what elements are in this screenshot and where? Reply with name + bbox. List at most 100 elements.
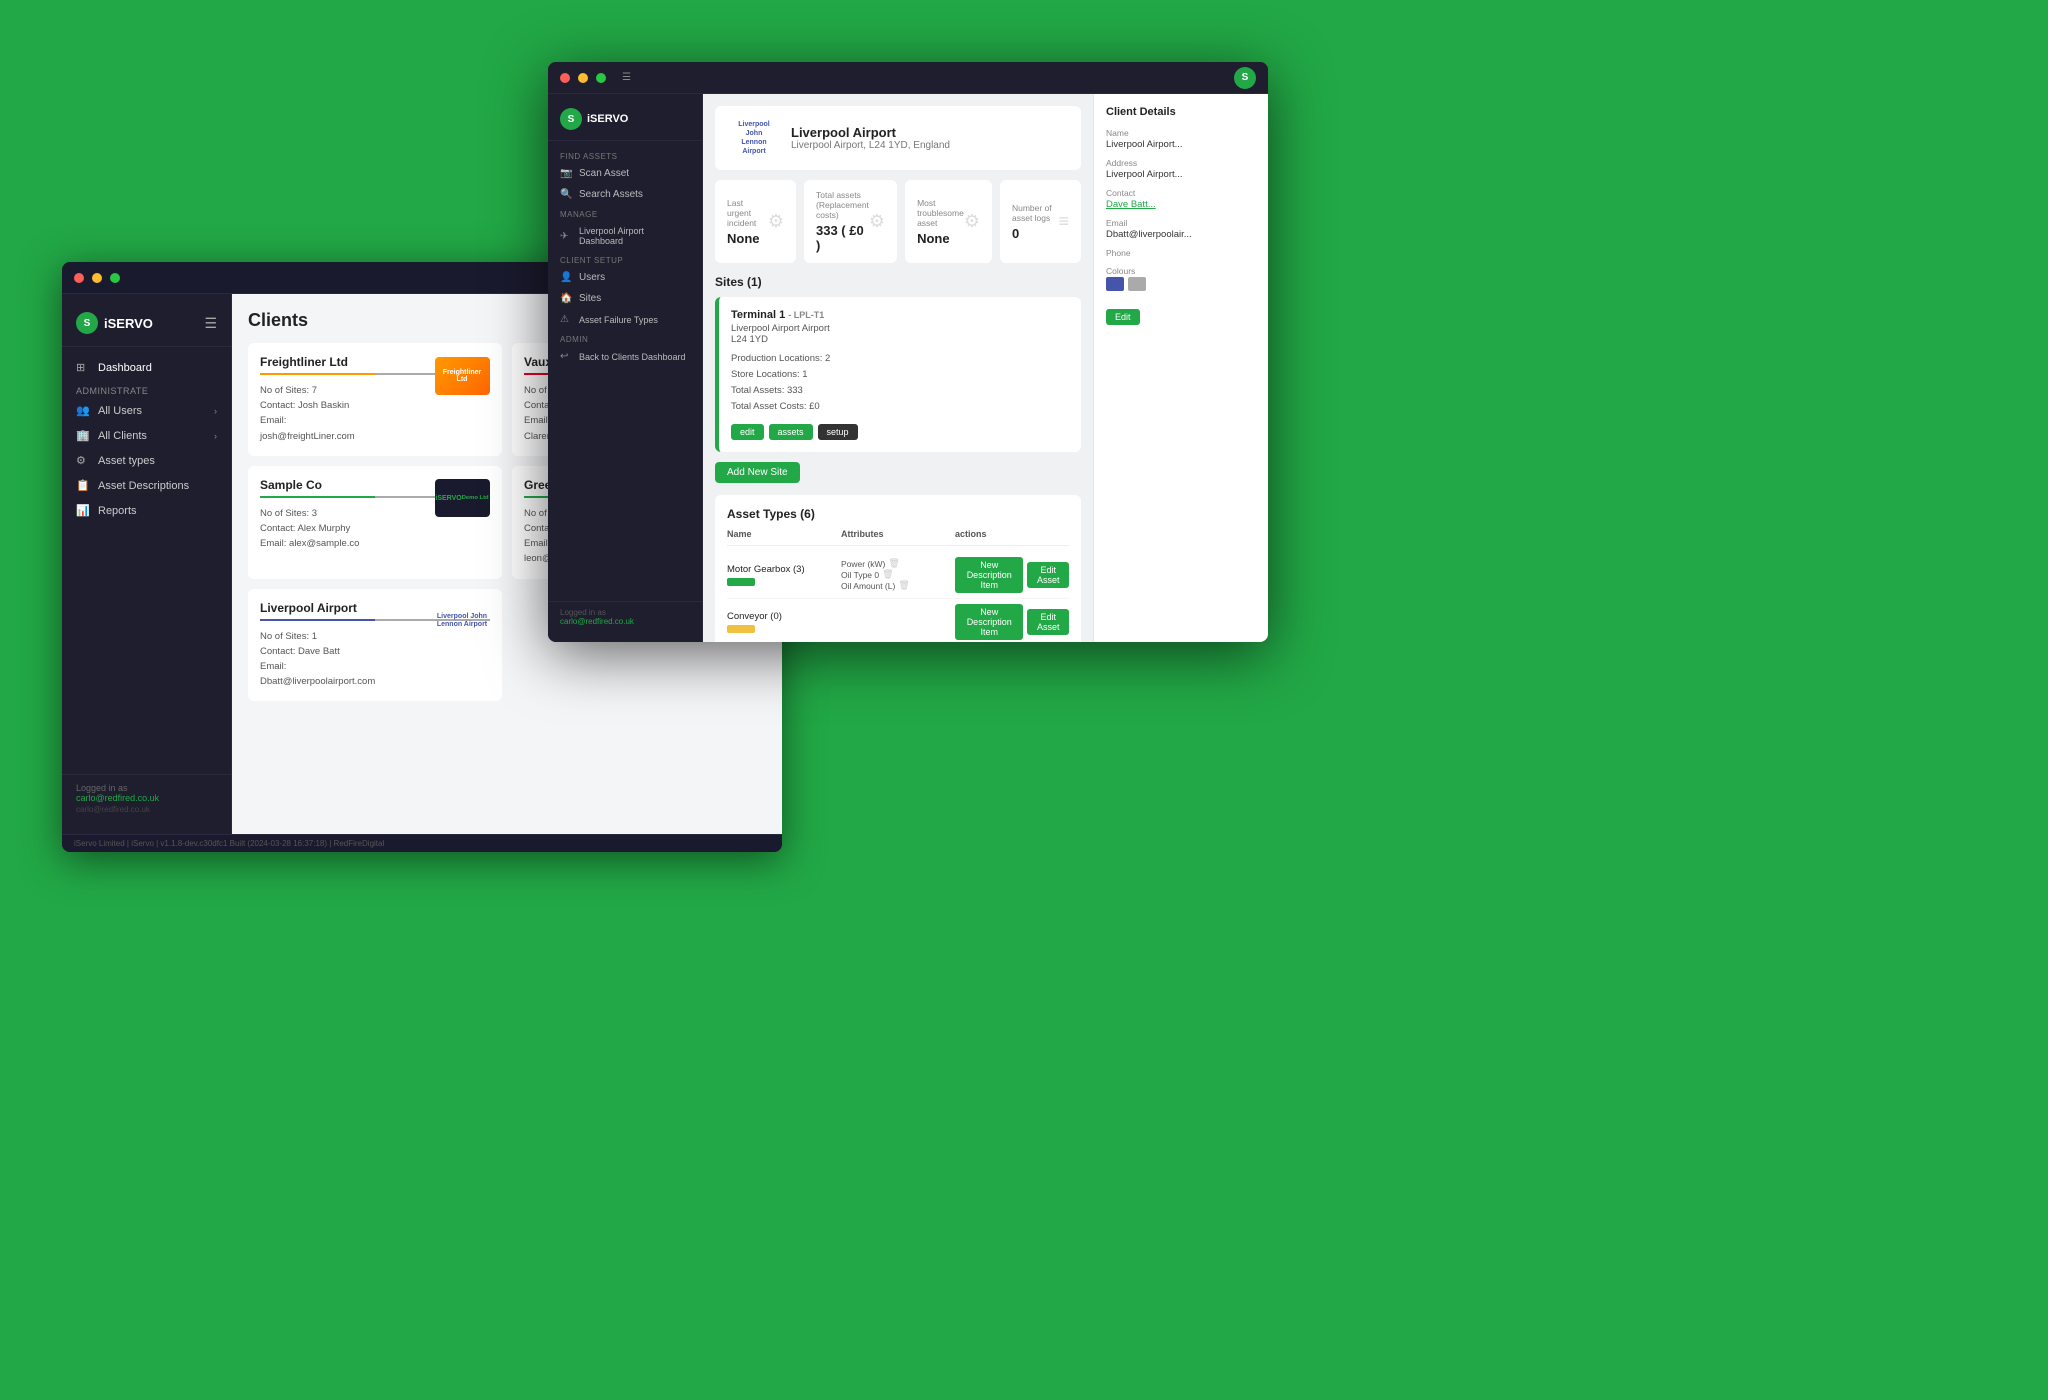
client-details-title: Client Details xyxy=(1106,106,1256,118)
close-dot[interactable] xyxy=(74,273,84,283)
terminal-setup-btn[interactable]: setup xyxy=(818,424,858,440)
front-sidebar: S iSERVO FIND ASSETS 📷 Scan Asset 🔍 Sear… xyxy=(548,94,703,642)
stat-icon-assets: ⚙ xyxy=(869,211,885,232)
front-right-wrapper: Liverpool JohnLennonAirport Liverpool Ai… xyxy=(703,94,1268,642)
logo-text: iSERVO xyxy=(104,316,153,331)
back-icon: ↩ xyxy=(560,351,572,362)
admin-section-label: ADMINISTRATE xyxy=(62,380,231,398)
scan-icon: 📷 xyxy=(560,168,572,179)
dashboard-icon: ⊞ xyxy=(76,361,90,374)
terminal-title: Terminal 1 - LPL-T1 xyxy=(731,309,1069,321)
maximize-dot[interactable] xyxy=(596,73,606,83)
back-sidebar: S iSERVO ☰ ⊞ Dashboard ADMINISTRATE 👥 Al… xyxy=(62,294,232,834)
minimize-dot[interactable] xyxy=(92,273,102,283)
asset-type-name: Conveyor (0) xyxy=(727,611,841,633)
client-edit-btn[interactable]: Edit xyxy=(1106,309,1140,325)
clients-icon: 🏢 xyxy=(76,429,90,442)
asset-types-title: Asset Types (6) xyxy=(727,507,1069,521)
stat-total-assets: Total assets (Replacement costs) 333 ( £… xyxy=(804,180,897,263)
front-center: Liverpool JohnLennonAirport Liverpool Ai… xyxy=(703,94,1093,642)
stat-troublesome: Most troublesome asset None ⚙ xyxy=(905,180,992,263)
terminal-card: Terminal 1 - LPL-T1 Liverpool Airport Ai… xyxy=(715,297,1081,452)
close-dot[interactable] xyxy=(560,73,570,83)
airport-title: Liverpool Airport Liverpool Airport, L24… xyxy=(791,125,950,151)
sidebar-item-scanasset[interactable]: 📷 Scan Asset xyxy=(548,163,702,184)
airport-titlebar: ☰ S xyxy=(548,62,1268,94)
sidebar-item-allusers[interactable]: 👥 All Users › xyxy=(62,398,231,423)
edit-asset-btn[interactable]: Edit Asset xyxy=(1027,562,1069,588)
sidebar-item-allclients[interactable]: 🏢 All Clients › xyxy=(62,423,231,448)
new-desc-btn[interactable]: New Description Item xyxy=(955,557,1023,593)
asset-type-name: Motor Gearbox (3) xyxy=(727,564,841,586)
sidebar-item-assettypes[interactable]: ⚙ Asset types xyxy=(62,448,231,473)
sidebar-item-assetdesc[interactable]: 📋 Asset Descriptions xyxy=(62,473,231,498)
front-logo-icon: S xyxy=(560,108,582,130)
client-logo-liverpool: Liverpool JohnLennon Airport xyxy=(432,599,492,644)
assettypes-icon: ⚙ xyxy=(76,454,90,467)
client-card-liverpool[interactable]: Liverpool Airport No of Sites: 1 Contact… xyxy=(248,589,502,702)
new-desc-btn[interactable]: New Description Item xyxy=(955,604,1023,640)
stat-icon-incident: ⚙ xyxy=(768,211,784,232)
sidebar-item-failure-types[interactable]: ⚠ Asset Failure Types xyxy=(548,309,702,330)
front-logo: S iSERVO xyxy=(548,104,702,141)
trash-icon[interactable]: 🗑 xyxy=(888,558,899,569)
sidebar-item-sites[interactable]: 🏠 Sites xyxy=(548,288,702,309)
client-logo-freightliner: FreightlinerLtd xyxy=(432,353,492,398)
stats-row: Last urgent incident None ⚙ Total assets… xyxy=(715,180,1081,263)
detail-phone: Phone xyxy=(1106,248,1256,258)
asset-attrs: Power (kW) 🗑 Oil Type 0 🗑 Oil Amount (L)… xyxy=(841,558,955,591)
sidebar-item-users[interactable]: 👤 Users xyxy=(548,267,702,288)
sidebar-item-dashboard[interactable]: ⊞ Dashboard xyxy=(62,355,231,380)
terminal-edit-btn[interactable]: edit xyxy=(731,424,764,440)
detail-colours: Colours xyxy=(1106,266,1256,291)
asset-type-row: Conveyor (0) New Description Item Edit A… xyxy=(727,599,1069,642)
client-card-freightliner[interactable]: Freightliner Ltd No of Sites: 7 Contact:… xyxy=(248,343,502,456)
sites-icon: 🏠 xyxy=(560,293,572,304)
search-icon: 🔍 xyxy=(560,189,572,200)
swatch-primary xyxy=(1106,277,1124,291)
swatch-secondary xyxy=(1128,277,1146,291)
front-sidebar-footer: Logged in as carlo@redfired.co.uk xyxy=(548,601,702,632)
app-logo-icon: S xyxy=(1234,67,1256,89)
sidebar-item-reports[interactable]: 📊 Reports xyxy=(62,498,231,523)
terminal-actions: edit assets setup xyxy=(731,424,1069,440)
find-assets-label: FIND ASSETS xyxy=(548,147,702,163)
menu-icon[interactable]: ☰ xyxy=(622,72,631,83)
color-bar xyxy=(727,578,755,586)
failure-icon: ⚠ xyxy=(560,314,572,325)
client-card-sampleco[interactable]: Sample Co No of Sites: 3 Contact: Alex M… xyxy=(248,466,502,579)
detail-address: Address Liverpool Airport... xyxy=(1106,158,1256,180)
assetdesc-icon: 📋 xyxy=(76,479,90,492)
back-sidebar-footer: Logged in as carlo@redfired.co.uk carlo@… xyxy=(62,774,231,822)
trash-icon[interactable]: 🗑 xyxy=(882,569,893,580)
back-footer: iServo Limited | iServo | v1.1.8-dev.c30… xyxy=(62,834,782,852)
asset-action-btns: New Description Item Edit Asset xyxy=(955,604,1069,640)
asset-type-row: Motor Gearbox (3) Power (kW) 🗑 Oil Type … xyxy=(727,552,1069,599)
terminal-subtitle: Liverpool Airport Airport L24 1YD xyxy=(731,323,1069,345)
reports-icon: 📊 xyxy=(76,504,90,517)
stat-asset-logs: Number of asset logs 0 ≡ xyxy=(1000,180,1081,263)
colour-swatches xyxy=(1106,277,1256,291)
detail-contact: Contact Dave Batt... xyxy=(1106,188,1256,210)
stat-icon-logs: ≡ xyxy=(1058,211,1069,232)
sidebar-item-airport-dashboard[interactable]: ✈ Liverpool Airport Dashboard xyxy=(548,221,702,251)
client-details-panel: Client Details Name Liverpool Airport...… xyxy=(1093,94,1268,642)
arrow-icon: › xyxy=(214,431,217,441)
minimize-dot[interactable] xyxy=(578,73,588,83)
sidebar-item-back-clients[interactable]: ↩ Back to Clients Dashboard xyxy=(548,346,702,367)
back-sidebar-logo: S iSERVO ☰ xyxy=(62,306,231,347)
users-icon: 👤 xyxy=(560,272,572,283)
add-site-button[interactable]: Add New Site xyxy=(715,462,800,483)
trash-icon[interactable]: 🗑 xyxy=(898,580,909,591)
terminal-assets-btn[interactable]: assets xyxy=(769,424,813,440)
stat-icon-troublesome: ⚙ xyxy=(964,211,980,232)
sidebar-item-searchassets[interactable]: 🔍 Search Assets xyxy=(548,184,702,205)
users-icon: 👥 xyxy=(76,404,90,417)
maximize-dot[interactable] xyxy=(110,273,120,283)
terminal-info: Production Locations: 2 Store Locations:… xyxy=(731,351,1069,416)
asset-types-section: Asset Types (6) Name Attributes actions … xyxy=(715,495,1081,642)
airport-header: Liverpool JohnLennonAirport Liverpool Ai… xyxy=(715,106,1081,170)
edit-asset-btn[interactable]: Edit Asset xyxy=(1027,609,1069,635)
menu-icon[interactable]: ☰ xyxy=(204,315,217,332)
arrow-icon: › xyxy=(214,406,217,416)
